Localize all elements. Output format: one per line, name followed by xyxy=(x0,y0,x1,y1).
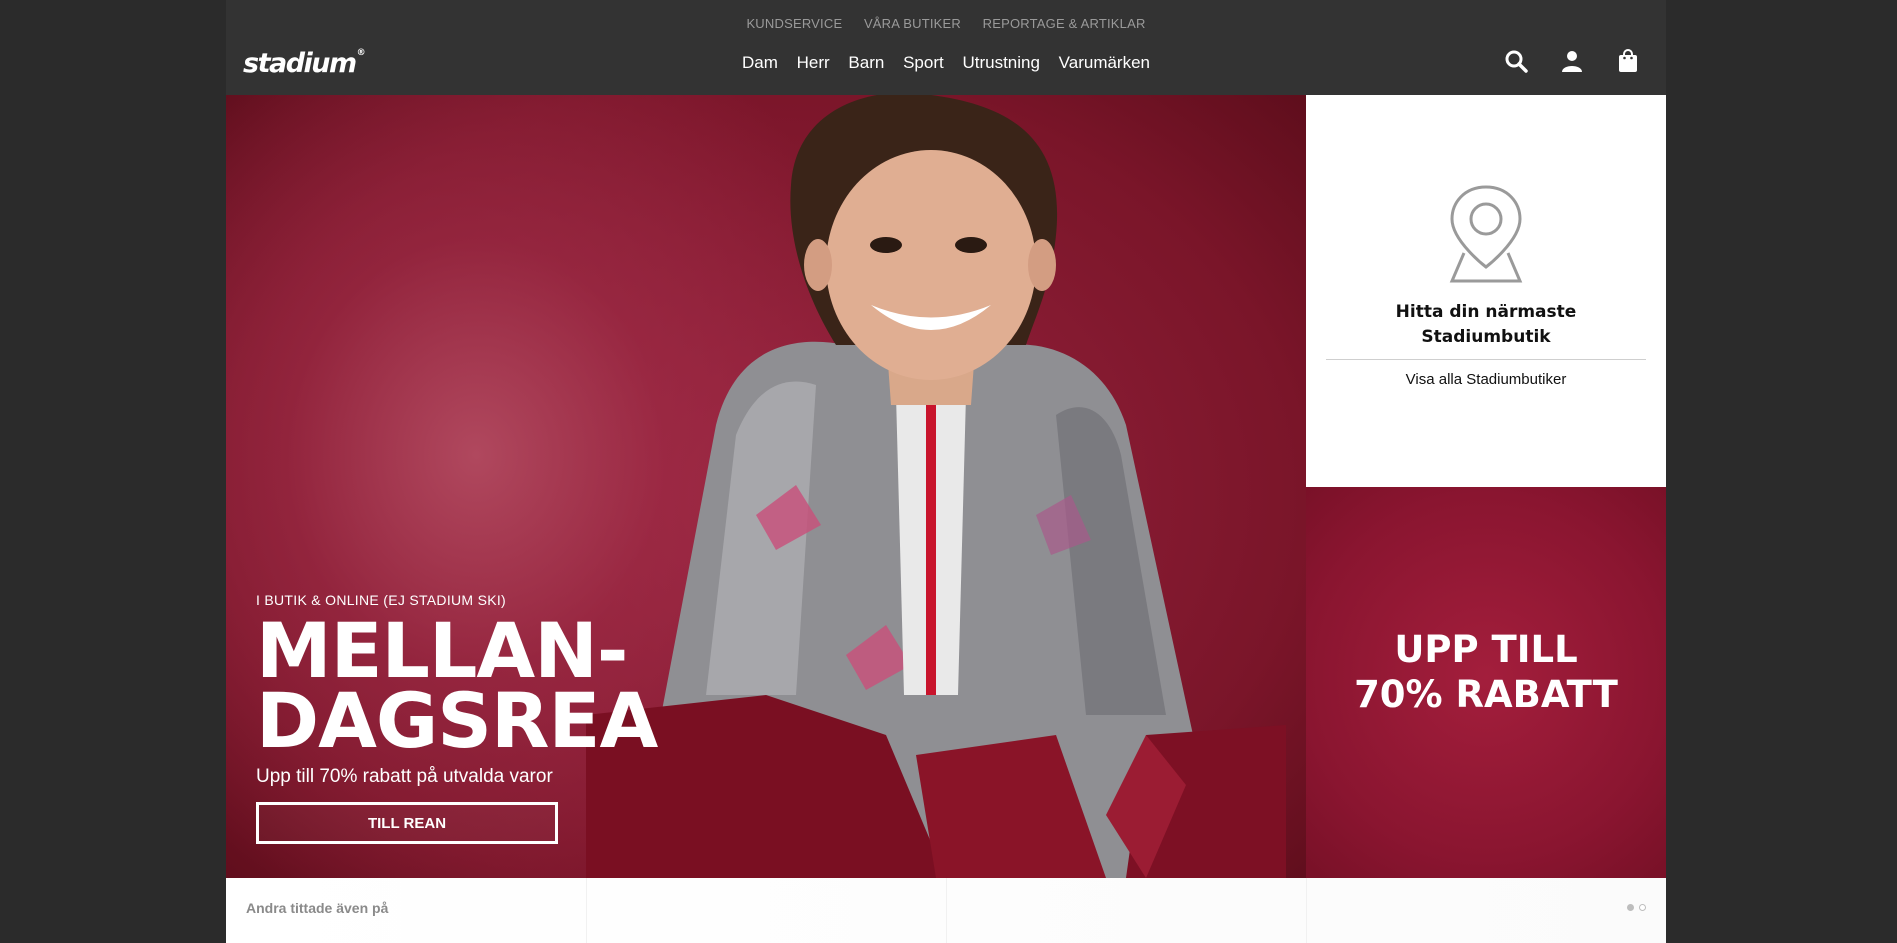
store-finder-card[interactable]: Hitta din närmaste Stadiumbutik Visa all… xyxy=(1306,95,1666,487)
utility-link-vara-butiker[interactable]: VÅRA BUTIKER xyxy=(864,16,961,31)
recommendations-title: Andra tittade även på xyxy=(246,900,389,916)
header-actions xyxy=(1504,49,1640,73)
main-nav: Dam Herr Barn Sport Utrustning Varumärke… xyxy=(226,53,1666,73)
promo-line-2: 70% RABATT xyxy=(1354,673,1618,716)
promo-line-1: UPP TILL xyxy=(1394,628,1578,671)
site-header: KUNDSERVICE VÅRA BUTIKER REPORTAGE & ART… xyxy=(226,0,1666,95)
hero-image-child xyxy=(586,95,1286,878)
user-icon[interactable] xyxy=(1560,49,1584,73)
store-finder-title: Hitta din närmaste Stadiumbutik xyxy=(1306,300,1666,350)
nav-item-sport[interactable]: Sport xyxy=(903,53,944,72)
store-finder-divider xyxy=(1326,359,1646,360)
carousel-column-divider xyxy=(586,878,587,943)
nav-item-varumarken[interactable]: Varumärken xyxy=(1059,53,1150,72)
hero-headline-line-2: DAGSREA xyxy=(256,676,658,765)
nav-item-dam[interactable]: Dam xyxy=(742,53,778,72)
store-finder-title-line-2: Stadiumbutik xyxy=(1421,327,1551,347)
bag-icon[interactable] xyxy=(1616,49,1640,73)
map-pin-icon xyxy=(1449,185,1523,283)
recommendations-bar: Andra tittade även på xyxy=(226,878,1666,943)
utility-link-reportage[interactable]: REPORTAGE & ARTIKLAR xyxy=(983,16,1146,31)
hero-text-block: I BUTIK & ONLINE (EJ STADIUM SKI) MELLAN… xyxy=(256,592,658,844)
carousel-dot-2[interactable] xyxy=(1639,904,1646,911)
carousel-column-divider xyxy=(946,878,947,943)
store-finder-title-line-1: Hitta din närmaste xyxy=(1395,302,1577,322)
show-all-stores-link[interactable]: Visa alla Stadiumbutiker xyxy=(1306,371,1666,388)
promo-banner[interactable]: UPP TILL 70% RABATT xyxy=(1306,487,1666,878)
nav-item-herr[interactable]: Herr xyxy=(797,53,830,72)
page: KUNDSERVICE VÅRA BUTIKER REPORTAGE & ART… xyxy=(226,0,1666,943)
carousel-column-divider xyxy=(1306,878,1307,943)
hero-subtitle: Upp till 70% rabatt på utvalda varor xyxy=(256,766,553,787)
carousel-pagination xyxy=(1627,904,1646,911)
till-rean-button[interactable]: TILL REAN xyxy=(256,802,558,844)
nav-item-utrustning[interactable]: Utrustning xyxy=(962,53,1039,72)
utility-link-kundservice[interactable]: KUNDSERVICE xyxy=(746,16,842,31)
promo-text: UPP TILL 70% RABATT xyxy=(1306,627,1666,717)
hero-headline: MELLAN- DAGSREA xyxy=(256,613,658,765)
search-icon[interactable] xyxy=(1504,49,1528,73)
carousel-dot-1[interactable] xyxy=(1627,904,1634,911)
utility-nav: KUNDSERVICE VÅRA BUTIKER REPORTAGE & ART… xyxy=(226,16,1666,31)
hero-banner[interactable]: I BUTIK & ONLINE (EJ STADIUM SKI) MELLAN… xyxy=(226,95,1306,878)
nav-item-barn[interactable]: Barn xyxy=(848,53,884,72)
